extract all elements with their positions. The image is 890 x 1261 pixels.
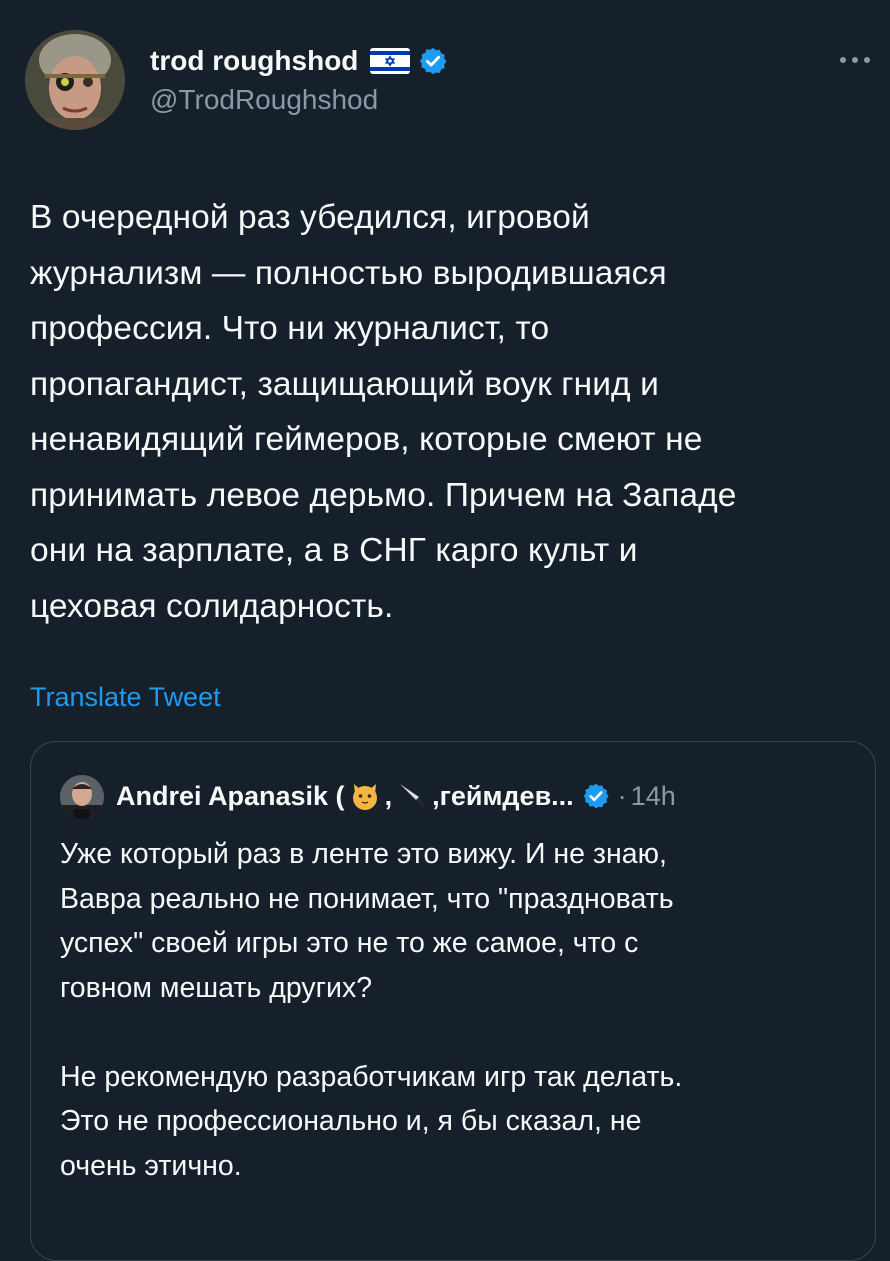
author-handle[interactable]: @TrodRoughshod: [150, 84, 378, 116]
knife-icon: [396, 780, 428, 812]
quoted-author-header[interactable]: Andrei Apanasik ( , ,геймдев... · 14h: [116, 776, 676, 816]
quoted-tweet-text: Уже который раз в ленте это вижу. И не з…: [60, 838, 683, 1182]
author-avatar[interactable]: [25, 30, 125, 130]
quoted-separator-dot: ·: [617, 780, 627, 811]
quoted-timestamp[interactable]: 14h: [631, 781, 676, 812]
israel-flag-icon: [370, 48, 411, 74]
translate-tweet-link[interactable]: Translate Tweet: [30, 682, 221, 713]
quoted-author-name-part1: Andrei Apanasik (: [116, 780, 345, 811]
verified-icon[interactable]: [418, 46, 448, 76]
quoted-verified-icon[interactable]: [582, 782, 610, 810]
author-display-name[interactable]: trod roughshod: [150, 43, 448, 79]
more-dots-icon[interactable]: [835, 48, 875, 72]
cat-face-icon: [349, 780, 381, 812]
quoted-author-name-part2: ,геймдев...: [432, 780, 574, 811]
quoted-author-name-separator: ,: [384, 780, 393, 811]
quoted-author-avatar[interactable]: [60, 775, 104, 819]
author-name-text: trod roughshod: [150, 45, 359, 76]
tweet-text: В очередной раз убедился, игровой журнал…: [30, 199, 737, 625]
